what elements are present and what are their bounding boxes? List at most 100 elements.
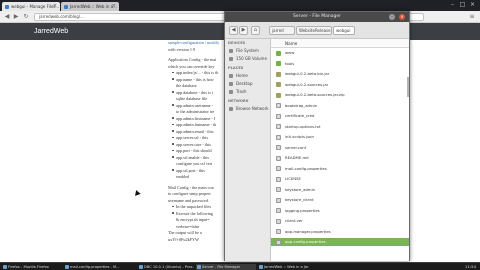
file-row[interactable]: mail-config.properties xyxy=(271,165,409,173)
sidebar-item-filesystem[interactable]: File System xyxy=(229,47,269,54)
archive-icon xyxy=(276,71,281,77)
file-name: startup-options.txt xyxy=(285,123,321,129)
scrollbar[interactable] xyxy=(407,77,409,97)
file-row[interactable]: startup-options.txt xyxy=(271,123,409,131)
folder-row[interactable]: tools xyxy=(271,60,409,68)
reload-icon[interactable]: ↻ xyxy=(22,13,30,21)
article-link[interactable]: sample-configuration / modify xyxy=(168,40,219,45)
file-icon xyxy=(276,113,281,119)
file-name: app.config.properties xyxy=(285,239,326,244)
app-icon xyxy=(3,265,7,269)
sidebar-item-trash[interactable]: Trash xyxy=(229,88,269,95)
file-row[interactable]: webgui-0.2-sources.jar xyxy=(271,81,409,89)
bullet-icon xyxy=(172,156,174,158)
folder-icon xyxy=(276,50,281,56)
sidebar-item-label: Home xyxy=(236,73,248,78)
file-row[interactable]: init-scripts.json xyxy=(271,133,409,141)
file-row[interactable]: logging.properties xyxy=(271,207,409,215)
file-name: mail-config.properties xyxy=(285,165,327,171)
article-line: In the unpacked files xyxy=(176,204,211,209)
bullet-icon xyxy=(172,71,174,74)
file-list: Name www tools webgui-0.2-beta.bin.jar webg… xyxy=(271,39,409,261)
archive-icon xyxy=(276,82,281,87)
article-line: verbose=false xyxy=(176,223,200,229)
file-row[interactable]: app.manager.properties xyxy=(271,228,409,236)
tab-jarredweb[interactable]: JarredWeb :: Web in a... × xyxy=(61,2,119,11)
minimize-icon[interactable]: – xyxy=(389,14,395,20)
sidebar-item-network[interactable]: Browse Network xyxy=(229,105,269,112)
close-icon[interactable]: × xyxy=(53,2,57,11)
tab-bar: webgui - Manage Files... × JarredWeb :: … xyxy=(0,0,480,11)
tab-webgui[interactable]: webgui - Manage Files... × xyxy=(2,2,60,11)
window-title: Server - File Manager xyxy=(225,12,409,22)
path-button-jarred[interactable]: jarred xyxy=(269,26,295,35)
taskbar-item[interactable]: Firefox - Mozilla Firefox xyxy=(2,264,62,270)
network-icon xyxy=(229,106,233,111)
sidebar-item-label: Browse Network xyxy=(236,106,269,111)
sidebar-item-label: Trash xyxy=(236,89,247,94)
minimize-icon[interactable]: – xyxy=(448,1,457,8)
article-line: The output will be a xyxy=(168,230,202,235)
close-icon[interactable]: × xyxy=(399,14,405,20)
column-header-name[interactable]: Name xyxy=(271,39,409,48)
sidebar-item-home[interactable]: Home xyxy=(229,72,269,79)
bullet-icon xyxy=(172,104,174,106)
sidebar-heading-places: PLACES xyxy=(228,66,244,70)
forward-icon[interactable]: ▶ xyxy=(12,13,20,21)
path-button-webgui[interactable]: webgui xyxy=(333,26,355,35)
file-name: LICENSE xyxy=(285,176,301,181)
close-window-icon[interactable]: × xyxy=(468,1,477,8)
file-row[interactable]: bootstrap_admin xyxy=(271,102,409,110)
file-row[interactable]: webgui-0.2-beta.bin.jar xyxy=(271,70,409,78)
file-row[interactable]: certificate_cred xyxy=(271,112,409,120)
file-icon xyxy=(276,229,281,234)
article-line: enabled xyxy=(176,174,190,179)
site-brand[interactable]: JarredWeb xyxy=(34,26,68,37)
back-icon[interactable]: ◀ xyxy=(229,26,238,35)
sidebar-item-label: File System xyxy=(236,48,259,53)
file-row[interactable]: keystore_admin xyxy=(271,186,409,194)
path-button-website[interactable]: WebsiteRelease xyxy=(296,26,332,35)
back-icon[interactable]: ◀ xyxy=(3,13,11,21)
folder-row[interactable]: www xyxy=(271,49,409,57)
file-row[interactable]: webgui-0.2-beta-sources.jar.zip xyxy=(271,91,409,99)
file-name: bootstrap_admin xyxy=(285,102,318,108)
close-icon[interactable]: × xyxy=(112,2,116,11)
file-icon xyxy=(276,134,281,140)
home-icon xyxy=(229,73,233,78)
taskbar-item[interactable]: mail-config.properties - M... xyxy=(64,264,136,270)
file-name: webgui-0.2-sources.jar xyxy=(285,81,329,87)
toolbar: ◀ ▶ ⌂ jarred WebsiteRelease webgui xyxy=(225,22,409,39)
taskbar-item[interactable]: Server - File Manager xyxy=(196,264,256,270)
article-line: Mail Config - the main con xyxy=(168,184,214,190)
sidebar-item-desktop[interactable]: Desktop xyxy=(229,80,269,87)
taskbar-item[interactable]: DBC 10.0.1 (Ubuntu) - Prox... xyxy=(138,264,194,270)
app-icon xyxy=(259,265,263,269)
file-row[interactable]: app.config.properties xyxy=(271,238,409,246)
file-row[interactable]: server.conf xyxy=(271,144,409,152)
sidebar-item-volume[interactable]: 150 GB Volume xyxy=(229,55,269,62)
article-line: the database xyxy=(176,83,197,88)
file-row[interactable]: LICENSE xyxy=(271,175,409,183)
drive-icon xyxy=(229,48,233,53)
file-row[interactable]: README.md xyxy=(271,154,409,162)
menu-icon[interactable]: ≡ xyxy=(468,13,476,21)
drive-icon xyxy=(229,56,233,61)
article-line: app.admin.email - this xyxy=(176,128,214,134)
article-line: configure you ssl cert xyxy=(176,161,213,166)
home-icon[interactable]: ⌂ xyxy=(251,26,260,35)
file-row[interactable]: keystore_client xyxy=(271,196,409,204)
file-name: certificate_cred xyxy=(285,113,315,118)
forward-icon[interactable]: ▶ xyxy=(239,26,248,35)
sidebar-heading-network: NETWORK xyxy=(228,99,249,103)
article-line: Execute the following xyxy=(176,210,213,216)
taskbar: 11:54 Firefox - Mozilla Firefox mail-conf… xyxy=(0,262,480,270)
bullet-icon xyxy=(172,130,174,132)
article-line: app.ssl.enable - this xyxy=(176,154,210,160)
article-line: app.server.ssl - this xyxy=(176,135,209,140)
places-sidebar: DEVICES File System 150 GB Volume PLACES… xyxy=(225,39,271,261)
maximize-icon[interactable]: □ xyxy=(458,1,467,8)
file-row[interactable]: client.ver xyxy=(271,217,409,225)
file-icon xyxy=(276,145,281,150)
taskbar-item[interactable]: JarredWeb :: Web in a Jar xyxy=(258,264,322,270)
